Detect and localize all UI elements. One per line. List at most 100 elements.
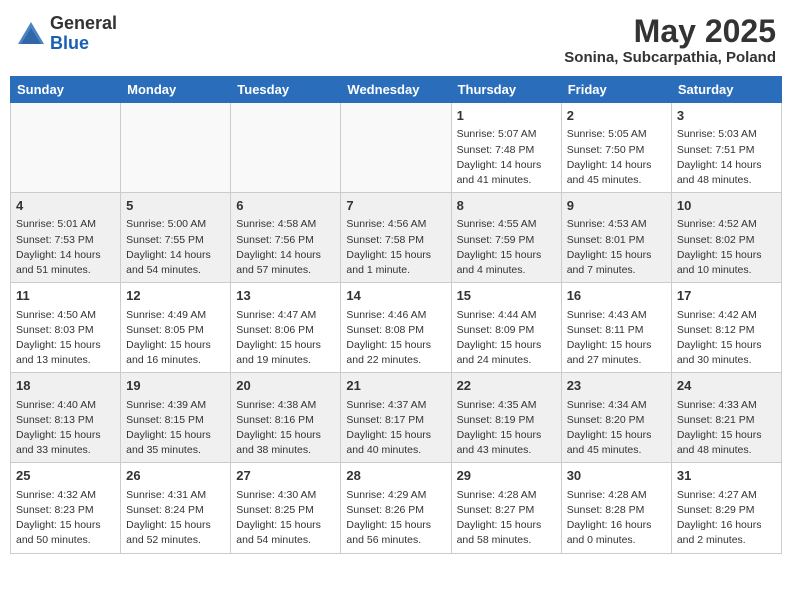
day-number: 4 — [16, 197, 115, 215]
day-info: Sunrise: 5:07 AM Sunset: 7:48 PM Dayligh… — [457, 127, 556, 188]
day-number: 10 — [677, 197, 776, 215]
day-info: Sunrise: 4:56 AM Sunset: 7:58 PM Dayligh… — [346, 217, 445, 278]
day-number: 27 — [236, 467, 335, 485]
header: General Blue May 2025 Sonina, Subcarpath… — [10, 10, 782, 70]
day-info: Sunrise: 5:00 AM Sunset: 7:55 PM Dayligh… — [126, 217, 225, 278]
day-info: Sunrise: 5:03 AM Sunset: 7:51 PM Dayligh… — [677, 127, 776, 188]
day-info: Sunrise: 4:52 AM Sunset: 8:02 PM Dayligh… — [677, 217, 776, 278]
day-info: Sunrise: 4:37 AM Sunset: 8:17 PM Dayligh… — [346, 398, 445, 459]
table-row: 15 Sunrise: 4:44 AM Sunset: 8:09 PM Dayli… — [451, 283, 561, 373]
day-info: Sunrise: 4:30 AM Sunset: 8:25 PM Dayligh… — [236, 488, 335, 549]
table-row — [231, 103, 341, 193]
day-number: 11 — [16, 287, 115, 305]
day-number: 1 — [457, 107, 556, 125]
day-info: Sunrise: 4:42 AM Sunset: 8:12 PM Dayligh… — [677, 308, 776, 369]
table-row: 29Sunrise: 4:28 AM Sunset: 8:27 PM Dayli… — [451, 463, 561, 553]
col-wednesday: Wednesday — [341, 77, 451, 103]
calendar-week-4: 18 Sunrise: 4:40 AM Sunset: 8:13 PM Dayli… — [11, 373, 782, 463]
day-info: Sunrise: 4:53 AM Sunset: 8:01 PM Dayligh… — [567, 217, 666, 278]
title-block: May 2025 Sonina, Subcarpathia, Poland — [564, 14, 776, 66]
day-number: 20 — [236, 377, 335, 395]
col-thursday: Thursday — [451, 77, 561, 103]
table-row: 13Sunrise: 4:47 AM Sunset: 8:06 PM Dayli… — [231, 283, 341, 373]
weekday-header-row: Sunday Monday Tuesday Wednesday Thursday… — [11, 77, 782, 103]
logo-blue: Blue — [50, 33, 89, 53]
table-row — [11, 103, 121, 193]
day-info: Sunrise: 4:33 AM Sunset: 8:21 PM Dayligh… — [677, 398, 776, 459]
day-number: 6 — [236, 197, 335, 215]
day-number: 24 — [677, 377, 776, 395]
logo-icon — [16, 20, 46, 48]
day-number: 8 — [457, 197, 556, 215]
table-row: 11 Sunrise: 4:50 AM Sunset: 8:03 PM Dayli… — [11, 283, 121, 373]
day-info: Sunrise: 4:47 AM Sunset: 8:06 PM Dayligh… — [236, 308, 335, 369]
table-row: 14 Sunrise: 4:46 AM Sunset: 8:08 PM Dayli… — [341, 283, 451, 373]
table-row — [121, 103, 231, 193]
table-row: 20 Sunrise: 4:38 AM Sunset: 8:16 PM Dayli… — [231, 373, 341, 463]
table-row: 10 Sunrise: 4:52 AM Sunset: 8:02 PM Dayli… — [671, 193, 781, 283]
table-row: 23Sunrise: 4:34 AM Sunset: 8:20 PM Dayli… — [561, 373, 671, 463]
day-info: Sunrise: 4:35 AM Sunset: 8:19 PM Dayligh… — [457, 398, 556, 459]
day-number: 5 — [126, 197, 225, 215]
day-info: Sunrise: 4:58 AM Sunset: 7:56 PM Dayligh… — [236, 217, 335, 278]
calendar-week-5: 25 Sunrise: 4:32 AM Sunset: 8:23 PM Dayli… — [11, 463, 782, 553]
day-info: Sunrise: 4:46 AM Sunset: 8:08 PM Dayligh… — [346, 308, 445, 369]
table-row: 7 Sunrise: 4:56 AM Sunset: 7:58 PM Daylig… — [341, 193, 451, 283]
col-sunday: Sunday — [11, 77, 121, 103]
table-row: 8 Sunrise: 4:55 AM Sunset: 7:59 PM Daylig… — [451, 193, 561, 283]
day-info: Sunrise: 4:44 AM Sunset: 8:09 PM Dayligh… — [457, 308, 556, 369]
day-number: 19 — [126, 377, 225, 395]
table-row: 31 Sunrise: 4:27 AM Sunset: 8:29 PM Dayli… — [671, 463, 781, 553]
table-row — [341, 103, 451, 193]
day-info: Sunrise: 4:43 AM Sunset: 8:11 PM Dayligh… — [567, 308, 666, 369]
day-info: Sunrise: 4:29 AM Sunset: 8:26 PM Dayligh… — [346, 488, 445, 549]
col-monday: Monday — [121, 77, 231, 103]
day-info: Sunrise: 4:50 AM Sunset: 8:03 PM Dayligh… — [16, 308, 115, 369]
day-info: Sunrise: 5:01 AM Sunset: 7:53 PM Dayligh… — [16, 217, 115, 278]
table-row: 21Sunrise: 4:37 AM Sunset: 8:17 PM Dayli… — [341, 373, 451, 463]
calendar-week-1: 1 Sunrise: 5:07 AM Sunset: 7:48 PM Daylig… — [11, 103, 782, 193]
day-number: 17 — [677, 287, 776, 305]
day-number: 28 — [346, 467, 445, 485]
logo: General Blue — [16, 14, 117, 54]
calendar-week-2: 4 Sunrise: 5:01 AM Sunset: 7:53 PM Daylig… — [11, 193, 782, 283]
table-row: 9 Sunrise: 4:53 AM Sunset: 8:01 PM Daylig… — [561, 193, 671, 283]
day-number: 18 — [16, 377, 115, 395]
day-number: 3 — [677, 107, 776, 125]
table-row: 12Sunrise: 4:49 AM Sunset: 8:05 PM Dayli… — [121, 283, 231, 373]
table-row: 30Sunrise: 4:28 AM Sunset: 8:28 PM Dayli… — [561, 463, 671, 553]
day-info: Sunrise: 5:05 AM Sunset: 7:50 PM Dayligh… — [567, 127, 666, 188]
day-info: Sunrise: 4:31 AM Sunset: 8:24 PM Dayligh… — [126, 488, 225, 549]
day-number: 15 — [457, 287, 556, 305]
col-friday: Friday — [561, 77, 671, 103]
day-number: 9 — [567, 197, 666, 215]
month-title: May 2025 — [564, 14, 776, 49]
day-number: 25 — [16, 467, 115, 485]
table-row: 4 Sunrise: 5:01 AM Sunset: 7:53 PM Daylig… — [11, 193, 121, 283]
col-saturday: Saturday — [671, 77, 781, 103]
day-info: Sunrise: 4:55 AM Sunset: 7:59 PM Dayligh… — [457, 217, 556, 278]
table-row: 25 Sunrise: 4:32 AM Sunset: 8:23 PM Dayli… — [11, 463, 121, 553]
table-row: 16Sunrise: 4:43 AM Sunset: 8:11 PM Dayli… — [561, 283, 671, 373]
location-subtitle: Sonina, Subcarpathia, Poland — [564, 49, 776, 66]
table-row: 24 Sunrise: 4:33 AM Sunset: 8:21 PM Dayli… — [671, 373, 781, 463]
table-row: 18 Sunrise: 4:40 AM Sunset: 8:13 PM Dayli… — [11, 373, 121, 463]
table-row: 19Sunrise: 4:39 AM Sunset: 8:15 PM Dayli… — [121, 373, 231, 463]
day-number: 30 — [567, 467, 666, 485]
table-row: 2Sunrise: 5:05 AM Sunset: 7:50 PM Daylig… — [561, 103, 671, 193]
table-row: 1 Sunrise: 5:07 AM Sunset: 7:48 PM Daylig… — [451, 103, 561, 193]
day-info: Sunrise: 4:32 AM Sunset: 8:23 PM Dayligh… — [16, 488, 115, 549]
day-number: 14 — [346, 287, 445, 305]
day-info: Sunrise: 4:40 AM Sunset: 8:13 PM Dayligh… — [16, 398, 115, 459]
page-container: General Blue May 2025 Sonina, Subcarpath… — [10, 10, 782, 554]
day-number: 7 — [346, 197, 445, 215]
day-number: 31 — [677, 467, 776, 485]
day-info: Sunrise: 4:38 AM Sunset: 8:16 PM Dayligh… — [236, 398, 335, 459]
calendar-week-3: 11 Sunrise: 4:50 AM Sunset: 8:03 PM Dayli… — [11, 283, 782, 373]
table-row: 27 Sunrise: 4:30 AM Sunset: 8:25 PM Dayli… — [231, 463, 341, 553]
day-info: Sunrise: 4:34 AM Sunset: 8:20 PM Dayligh… — [567, 398, 666, 459]
col-tuesday: Tuesday — [231, 77, 341, 103]
day-info: Sunrise: 4:27 AM Sunset: 8:29 PM Dayligh… — [677, 488, 776, 549]
logo-text: General Blue — [50, 14, 117, 54]
day-number: 26 — [126, 467, 225, 485]
